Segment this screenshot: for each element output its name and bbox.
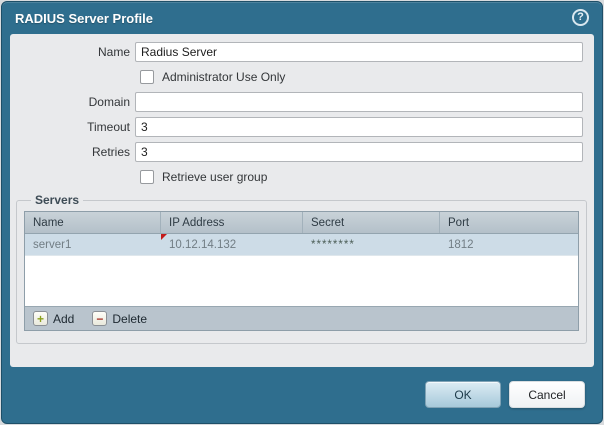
admin-only-checkbox[interactable] [140,70,154,84]
help-icon[interactable]: ? [572,9,589,26]
timeout-input[interactable] [135,117,583,137]
add-button-label: Add [53,311,75,326]
dialog-title: RADIUS Server Profile [15,10,153,26]
servers-table-header: Name IP Address Secret Port [25,212,578,234]
column-header-name[interactable]: Name [25,212,161,233]
retries-input[interactable] [135,142,583,162]
cell-ip-text: 10.12.14.132 [169,238,237,251]
screen: RADIUS Server Profile ? Name Administrat… [0,0,604,425]
domain-input[interactable] [135,92,583,112]
servers-fieldset: Servers Name IP Address Secret Port serv… [16,193,587,344]
cell-secret[interactable]: ******** [303,234,440,255]
table-toolbar: + Add − Delete [25,306,578,330]
domain-label: Domain [88,95,130,109]
retrieve-group-label: Retrieve user group [162,170,268,184]
minus-icon: − [92,311,108,326]
radius-server-profile-dialog: RADIUS Server Profile ? Name Administrat… [1,1,603,424]
column-header-secret[interactable]: Secret [303,212,440,233]
retrieve-group-checkbox[interactable] [140,170,154,184]
delete-button[interactable]: − Delete [92,311,147,326]
retries-row: Retries [10,142,594,162]
cell-ip-address[interactable]: 10.12.14.132 [161,234,303,255]
delete-button-label: Delete [112,311,148,326]
dialog-footer: OK Cancel [2,367,602,423]
cell-server-name[interactable]: server1 [25,234,161,255]
domain-row: Domain [10,92,594,112]
name-input[interactable] [135,42,583,62]
dialog-content: Name Administrator Use Only Domain Timeo… [10,34,594,367]
add-button[interactable]: + Add [33,311,74,326]
name-row: Name [10,42,594,62]
modified-cell-marker [161,234,167,240]
retries-label: Retries [91,145,130,159]
column-header-ip[interactable]: IP Address [161,212,303,233]
cell-port[interactable]: 1812 [440,234,578,255]
table-row[interactable]: server1 10.12.14.132 ******** 1812 [25,234,578,256]
name-label: Name [97,45,130,59]
admin-only-label: Administrator Use Only [162,70,286,84]
servers-table: Name IP Address Secret Port server1 10.1… [24,211,579,331]
plus-icon: + [33,311,48,326]
timeout-row: Timeout [10,117,594,137]
admin-only-row: Administrator Use Only [140,67,594,87]
ok-button[interactable]: OK [425,381,501,408]
retrieve-group-row: Retrieve user group [140,167,594,187]
timeout-label: Timeout [87,120,130,134]
profile-form: Name Administrator Use Only Domain Timeo… [10,34,594,187]
servers-legend: Servers [35,193,80,207]
column-header-port[interactable]: Port [440,212,578,233]
cancel-button[interactable]: Cancel [509,381,585,408]
dialog-titlebar: RADIUS Server Profile ? [2,2,602,34]
table-empty-area [25,256,578,306]
